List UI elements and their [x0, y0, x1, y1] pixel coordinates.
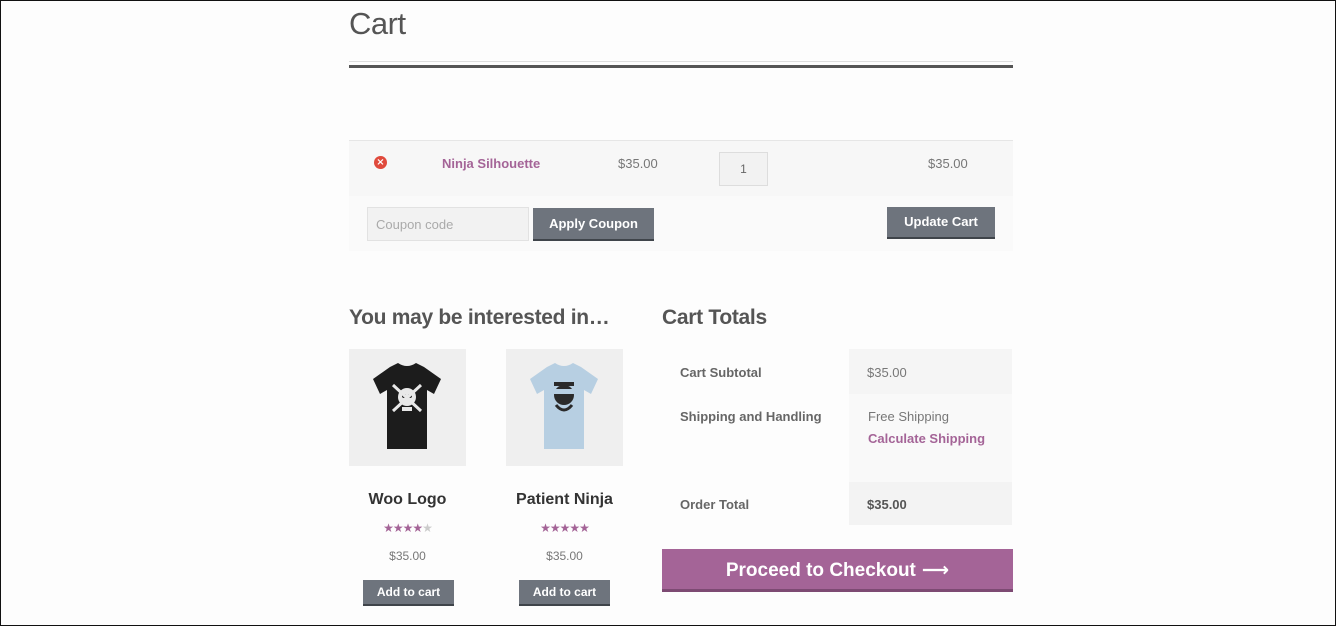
title-divider: [349, 61, 1013, 62]
cross-sells-heading: You may be interested in…: [349, 306, 610, 329]
star-icon: ★: [569, 521, 580, 535]
cart-totals-heading: Cart Totals: [662, 306, 767, 329]
star-icon: ★: [549, 521, 561, 535]
cart-item-price: $35.00: [618, 156, 658, 171]
star-icon: ★: [422, 521, 433, 535]
checkout-label: Proceed to Checkout: [725, 560, 916, 581]
star-icon: ★: [392, 521, 404, 535]
quantity-input[interactable]: [719, 152, 768, 186]
shipping-value: Free Shipping: [868, 409, 949, 424]
cart-subtotal-label: Cart Subtotal: [680, 365, 762, 380]
shipping-label: Shipping and Handling: [680, 409, 822, 424]
star-icon: ★: [402, 521, 414, 535]
page-title: Cart: [349, 6, 406, 41]
product-name[interactable]: Woo Logo: [349, 491, 466, 509]
order-total-label: Order Total: [680, 497, 750, 512]
cart-item-name-link[interactable]: Ninja Silhouette: [442, 156, 540, 171]
proceed-to-checkout-button[interactable]: Proceed to Checkout ⟶: [662, 549, 1013, 592]
cart-item-subtotal: $35.00: [928, 156, 968, 171]
product-price: $35.00: [546, 549, 583, 563]
star-icon: ★: [383, 521, 394, 535]
arrow-right-icon: ⟶: [921, 559, 950, 581]
star-rating: ★★★★★: [506, 521, 623, 535]
calculate-shipping-link[interactable]: Calculate Shipping: [868, 431, 985, 446]
update-cart-button[interactable]: Update Cart: [887, 207, 995, 239]
order-total-value: $35.00: [867, 497, 907, 512]
star-icon: ★: [540, 521, 551, 535]
coupon-code-input[interactable]: [367, 207, 529, 241]
apply-coupon-button[interactable]: Apply Coupon: [533, 208, 654, 241]
product-price: $35.00: [389, 549, 426, 563]
product-thumbnail-patient-ninja[interactable]: [506, 349, 623, 466]
star-icon: ★: [559, 521, 571, 535]
product-thumbnail-woo-logo[interactable]: [349, 349, 466, 466]
product-name[interactable]: Patient Ninja: [506, 491, 623, 509]
title-divider-thick: [349, 65, 1013, 68]
add-to-cart-button[interactable]: Add to cart: [519, 580, 610, 606]
star-rating: ★★★★★: [349, 521, 466, 535]
cart-subtotal-value: $35.00: [867, 365, 907, 380]
tshirt-icon: [373, 363, 441, 449]
add-to-cart-button[interactable]: Add to cart: [363, 580, 454, 606]
remove-item-icon[interactable]: ×: [374, 156, 387, 169]
star-icon: ★: [579, 521, 590, 535]
tshirt-icon: [530, 363, 598, 449]
star-icon: ★: [412, 521, 423, 535]
